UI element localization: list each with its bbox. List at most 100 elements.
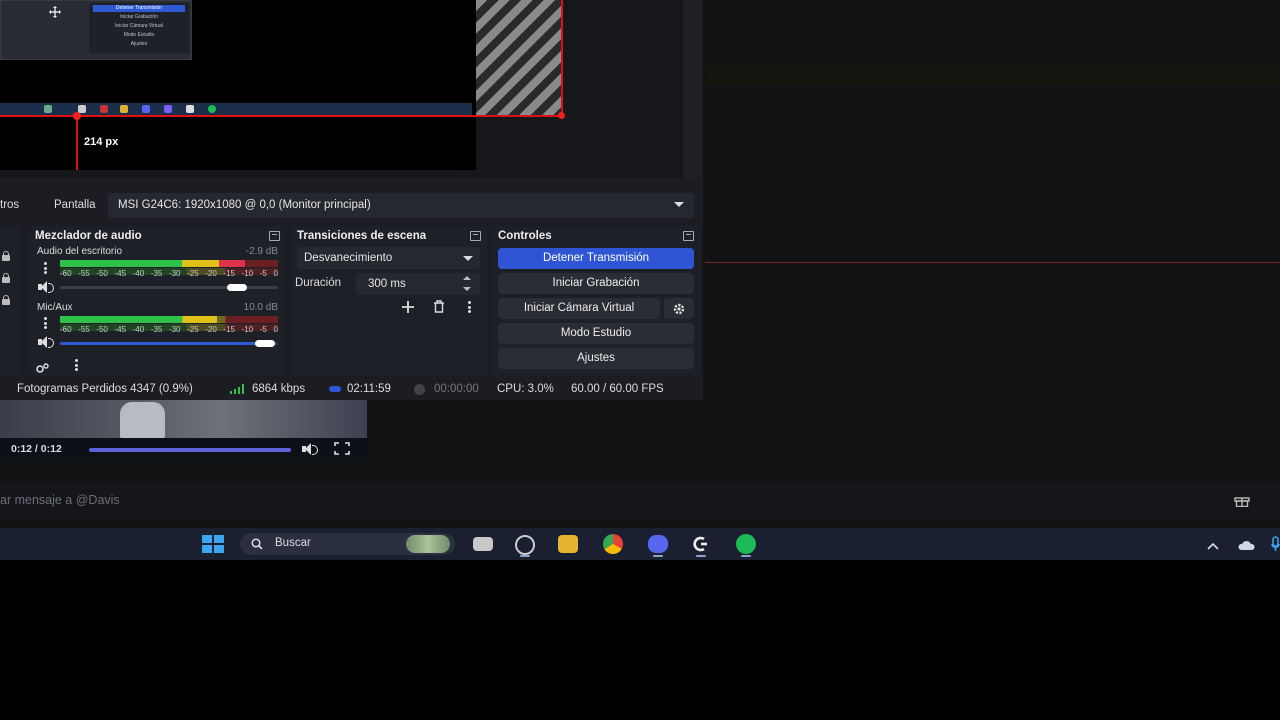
distance-label: 214 px: [84, 136, 119, 148]
advanced-audio-icon[interactable]: [36, 360, 50, 373]
dock-title: Mezclador de audio: [35, 230, 142, 242]
active-app-indicator: [520, 555, 530, 557]
microphone-icon[interactable]: [1271, 536, 1280, 552]
audio-meter: [60, 316, 278, 323]
transition-select[interactable]: Desvanecimiento: [297, 247, 480, 269]
dock-title: Transiciones de escena: [297, 230, 427, 242]
chevron-down-icon: [674, 202, 684, 207]
channel-name: Audio del escritorio: [37, 246, 123, 257]
video-frame[interactable]: [0, 400, 367, 438]
mixer-menu-icon[interactable]: [75, 359, 78, 371]
meter-scale: -60 -55 -50 -45 -40 -35 -30 -25 -20 -15 -10 -5 0: [60, 325, 278, 334]
lock-icon[interactable]: [1, 273, 11, 283]
start-virtual-camera-button[interactable]: Iniciar Cámara Virtual: [498, 298, 660, 319]
undock-icon[interactable]: [269, 231, 280, 241]
preview-canvas[interactable]: Detener Transmisión Iniciar Grabación In…: [0, 0, 476, 170]
taskbar-search-placeholder: Buscar: [275, 537, 311, 549]
taskbar: [0, 528, 1280, 560]
preview-scrollbar[interactable]: [683, 0, 703, 178]
video-controls: 0:12 / 0:12: [0, 438, 367, 460]
video-embed[interactable]: 0:12 / 0:12: [0, 400, 367, 460]
undock-icon[interactable]: [470, 231, 481, 241]
alignment-guide-horizontal: [0, 115, 562, 117]
cpu-usage: CPU: 3.0%: [497, 383, 554, 395]
resize-handle[interactable]: [73, 112, 81, 120]
nested-taskbar: [0, 103, 472, 115]
gift-icon[interactable]: [1234, 494, 1250, 508]
display-select-value: MSI G24C6: 1920x1080 @ 0,0 (Monitor prin…: [118, 199, 371, 211]
nested-menu-item: Iniciar Grabación: [120, 14, 158, 20]
fps: 60.00 / 60.00 FPS: [571, 383, 664, 395]
chevron-up-icon[interactable]: [463, 276, 471, 280]
undock-icon[interactable]: [683, 231, 694, 241]
video-figure: [120, 402, 165, 438]
cloud-icon[interactable]: [1237, 538, 1255, 550]
chevron-up-icon[interactable]: [1207, 538, 1219, 550]
chevron-down-icon[interactable]: [463, 287, 471, 291]
display-select[interactable]: MSI G24C6: 1920x1080 @ 0,0 (Monitor prin…: [108, 193, 694, 218]
stop-streaming-button[interactable]: Detener Transmisión: [498, 248, 694, 269]
search-highlight-image: [406, 535, 450, 553]
speaker-icon[interactable]: [38, 281, 54, 293]
message-input[interactable]: ar mensaje a @Davis: [0, 482, 1280, 520]
fullscreen-icon[interactable]: [334, 442, 350, 455]
nested-menu-item: Iniciar Cámara Virtual: [115, 23, 163, 29]
start-recording-button[interactable]: Iniciar Grabación: [498, 273, 694, 294]
channel-menu-icon[interactable]: [44, 317, 47, 329]
settings-button[interactable]: Ajustes: [498, 348, 694, 369]
audio-meter-level: [60, 316, 217, 323]
filters-button[interactable]: tros: [0, 199, 19, 211]
status-bar: Fotogramas Perdidos 4347 (0.9%) 6864 kbp…: [0, 378, 703, 400]
meter-scale: -60 -55 -50 -45 -40 -35 -30 -25 -20 -15 -10 -5 0: [60, 269, 278, 278]
lock-icon[interactable]: [1, 251, 11, 261]
channel-db: -2.9 dB: [245, 246, 278, 257]
scene-transitions-dock: Transiciones de escena Desvanecimiento D…: [292, 226, 487, 376]
search-icon: [251, 538, 263, 550]
controls-dock: Controles Detener Transmisión Iniciar Gr…: [493, 226, 700, 376]
stream-time: 02:11:59: [347, 383, 391, 395]
channel-menu-icon[interactable]: [44, 262, 47, 274]
taskbar-search[interactable]: Buscar: [240, 533, 455, 555]
audio-meter-level: [60, 260, 245, 267]
record-time: 00:00:00: [434, 383, 479, 395]
trash-icon[interactable]: [433, 300, 445, 313]
open-app-indicator: [741, 555, 751, 557]
bitrate: 6864 kbps: [252, 383, 306, 395]
nested-controls-menu: Detener Transmisión Iniciar Grabación In…: [89, 3, 189, 53]
channel-db: 10.0 dB: [243, 302, 278, 313]
video-progress-bar[interactable]: [89, 448, 291, 452]
gear-icon: [673, 303, 685, 315]
virtual-camera-settings-button[interactable]: [664, 298, 694, 319]
nested-menu-item: Detener Transmisión: [93, 5, 185, 12]
nested-menu-item: Ajustes: [130, 41, 148, 47]
source-properties-bar: tros Pantalla MSI G24C6: 1920x1080 @ 0,0…: [0, 193, 700, 220]
transition-select-value: Desvanecimiento: [304, 252, 393, 264]
chrome-icon[interactable]: [603, 534, 623, 554]
spotify-icon[interactable]: [736, 534, 756, 554]
file-explorer-icon[interactable]: [558, 535, 578, 553]
volume-icon[interactable]: [302, 443, 318, 455]
discord-icon[interactable]: [648, 535, 668, 553]
speaker-icon[interactable]: [38, 336, 54, 348]
preview-area[interactable]: Detener Transmisión Iniciar Grabación In…: [0, 0, 683, 178]
logitech-icon[interactable]: [692, 535, 710, 553]
task-view-icon[interactable]: [473, 537, 493, 551]
channel-name: Mic/Aux: [37, 302, 73, 313]
record-icon: [414, 384, 425, 395]
volume-slider-handle[interactable]: [227, 284, 247, 291]
windows-start-icon[interactable]: [202, 535, 224, 553]
open-app-indicator: [653, 555, 663, 557]
volume-slider[interactable]: [60, 342, 267, 345]
add-icon[interactable]: [401, 300, 415, 314]
resize-handle[interactable]: [558, 112, 565, 119]
transition-menu-icon[interactable]: [468, 301, 471, 313]
studio-mode-button[interactable]: Modo Estudio: [498, 323, 694, 344]
alignment-guide-right: [561, 0, 563, 117]
stream-icon: [329, 386, 341, 392]
duration-input[interactable]: 300 ms: [356, 273, 480, 295]
volume-slider-handle[interactable]: [255, 340, 275, 347]
obs-app-icon[interactable]: [515, 535, 535, 555]
dock-title: Controles: [498, 230, 552, 242]
lock-icon[interactable]: [1, 295, 11, 305]
background-divider-line: [705, 262, 1280, 263]
